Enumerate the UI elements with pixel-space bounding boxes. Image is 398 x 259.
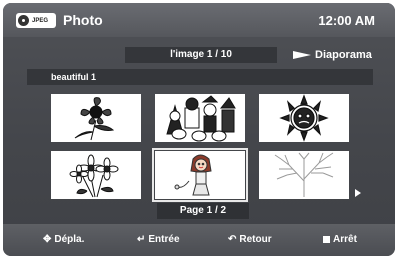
clock: 12:00 AM (318, 13, 375, 28)
slideshow-button[interactable]: Diaporama (293, 47, 372, 63)
stop-hint: Arrêt (323, 234, 357, 245)
jpeg-badge-label: JPEG (32, 17, 49, 24)
move-hint: ✥ Dépla. (43, 234, 84, 245)
back-hint-label: Retour (239, 234, 272, 245)
next-page-arrow-icon[interactable] (355, 189, 361, 197)
header-bar: JPEG Photo 12:00 AM (3, 3, 395, 37)
bare-tree-thumbnail[interactable] (259, 151, 349, 199)
disc-icon (18, 15, 29, 26)
file-name-bar: beautiful 1 (27, 69, 373, 85)
flower-sketch-thumbnail[interactable] (51, 94, 141, 142)
page-title: Photo (63, 12, 103, 28)
daisies-thumbnail[interactable] (51, 151, 141, 199)
play-icon (293, 51, 311, 59)
enter-hint-label: Entrée (148, 234, 180, 245)
jpeg-disc-badge: JPEG (16, 13, 56, 28)
image-counter: l'image 1 / 10 (125, 47, 277, 63)
girl-cartoon-thumbnail[interactable] (152, 148, 248, 202)
photo-browser-window: JPEG Photo 12:00 AM l'image 1 / 10 Diapo… (3, 3, 395, 256)
footer-bar: ✥ Dépla. ↵ Entrée ↶ Retour Arrêt (3, 224, 395, 256)
halloween-figures-thumbnail[interactable] (155, 94, 245, 142)
sun-face-thumbnail[interactable] (259, 94, 349, 142)
return-icon: ↶ (228, 234, 237, 245)
page-indicator: Page 1 / 2 (157, 203, 249, 219)
stop-hint-label: Arrêt (333, 234, 357, 245)
slideshow-label: Diaporama (315, 49, 372, 61)
enter-hint: ↵ Entrée (137, 234, 180, 245)
move-hint-label: Dépla. (54, 234, 85, 245)
move-arrows-icon: ✥ (43, 234, 52, 245)
stop-icon (323, 236, 330, 243)
back-hint: ↶ Retour (228, 234, 272, 245)
enter-icon: ↵ (137, 234, 146, 245)
